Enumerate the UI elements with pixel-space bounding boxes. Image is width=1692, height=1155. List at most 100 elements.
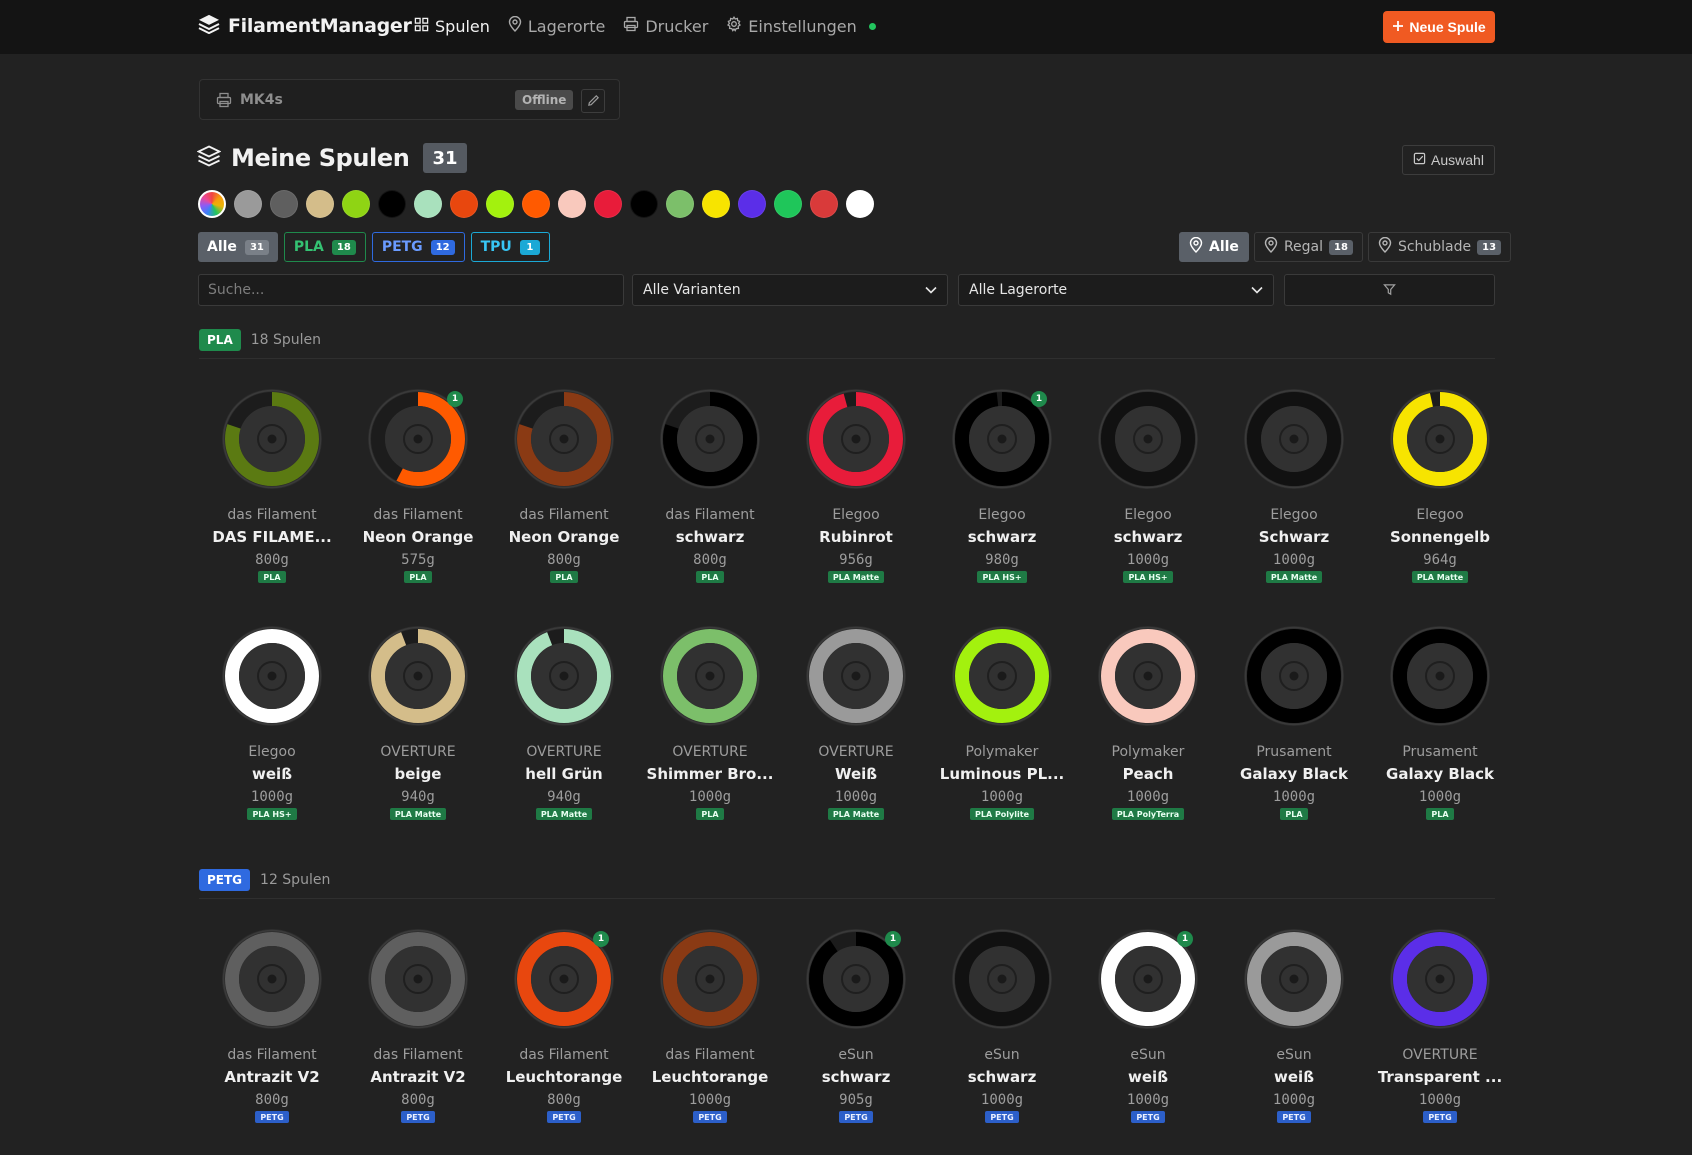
advanced-filter-button[interactable] <box>1284 274 1495 306</box>
variant-select[interactable]: Alle Varianten <box>632 274 948 306</box>
spool-weight: 940g <box>401 789 435 805</box>
printer-card[interactable]: MK4s Offline <box>199 79 620 120</box>
spool-card[interactable]: Elegoo schwarz 1000g PLA HS+ <box>1075 388 1221 586</box>
spool-card[interactable]: 1 Elegoo schwarz 980g PLA HS+ <box>929 388 1075 586</box>
nav-item-einstellungen[interactable]: Einstellungen <box>726 16 857 36</box>
color-filter-all[interactable] <box>198 190 226 218</box>
spool-material: PLA <box>199 571 345 583</box>
nav-item-label: Lagerorte <box>527 16 606 36</box>
spool-card[interactable]: Elegoo Sonnengelb 964g PLA Matte <box>1367 388 1513 586</box>
spool-weight: 800g <box>255 1092 289 1108</box>
color-swatch[interactable] <box>702 190 730 218</box>
material-chip-tpu[interactable]: TPU 1 <box>470 232 550 262</box>
spool-card[interactable]: Elegoo weiß 1000g PLA HS+ <box>199 625 345 823</box>
spool-material-tag: PLA HS+ <box>977 571 1027 583</box>
layers-icon <box>196 145 222 171</box>
spool-card[interactable]: das Filament Leuchtorange 1000g PETG <box>637 928 783 1126</box>
color-swatch[interactable] <box>306 190 334 218</box>
spool-card[interactable]: das Filament Neon Orange 800g PLA <box>491 388 637 586</box>
nav-item-label: Spulen <box>435 16 490 36</box>
color-swatch[interactable] <box>630 190 658 218</box>
spool-brand: OVERTURE <box>1402 1047 1478 1063</box>
spool-card[interactable]: Elegoo Rubinrot 956g PLA Matte <box>783 388 929 586</box>
spool-material-tag: PETG <box>985 1111 1019 1123</box>
color-swatch[interactable] <box>270 190 298 218</box>
color-swatch[interactable] <box>810 190 838 218</box>
section-divider <box>199 358 1495 359</box>
spool-card[interactable]: OVERTURE hell Grün 940g PLA Matte <box>491 625 637 823</box>
spool-material: PLA HS+ <box>929 571 1075 583</box>
location-chip-schublade[interactable]: Schublade 13 <box>1367 232 1512 262</box>
spool-card[interactable]: 1 eSun weiß 1000g PETG <box>1075 928 1221 1126</box>
search-input[interactable] <box>198 274 624 306</box>
spool-card[interactable]: 1 eSun schwarz 905g PETG <box>783 928 929 1126</box>
spool-ring-icon <box>1244 626 1344 726</box>
material-chip-all[interactable]: Alle 31 <box>198 232 278 262</box>
nav-item-lagerorte[interactable]: Lagerorte <box>508 15 606 36</box>
gear-icon <box>726 16 742 36</box>
spool-weight: 1000g <box>980 1092 1024 1108</box>
spool-card[interactable]: Polymaker Luminous PL... 1000g PLA Polylite <box>929 625 1075 823</box>
color-swatch[interactable] <box>738 190 766 218</box>
page-title: Meine Spulen <box>231 144 410 172</box>
spool-card[interactable]: das Filament schwarz 800g PLA <box>637 388 783 586</box>
spool-brand: das Filament <box>227 507 317 523</box>
color-swatch[interactable] <box>846 190 874 218</box>
nav-item-spulen[interactable]: Spulen <box>414 17 490 36</box>
color-swatch[interactable] <box>486 190 514 218</box>
material-chip-pla[interactable]: PLA 18 <box>283 232 366 262</box>
edit-printer-button[interactable] <box>581 89 605 113</box>
spool-brand: eSun <box>1276 1047 1312 1063</box>
spool-card[interactable]: eSun schwarz 1000g PETG <box>929 928 1075 1126</box>
nav-item-drucker[interactable]: Drucker <box>623 16 708 36</box>
spool-card[interactable]: das Filament DAS FILAME... 800g PLA <box>199 388 345 586</box>
spool-weight: 1000g <box>1418 789 1462 805</box>
color-swatch[interactable] <box>666 190 694 218</box>
spool-card[interactable]: 1 das Filament Neon Orange 575g PLA <box>345 388 491 586</box>
spool-ring-icon <box>660 929 760 1029</box>
spool-card[interactable]: 1 das Filament Leuchtorange 800g PETG <box>491 928 637 1126</box>
color-swatch[interactable] <box>414 190 442 218</box>
spool-card[interactable]: OVERTURE Transparent ... 1000g PETG <box>1367 928 1513 1126</box>
spool-brand: Elegoo <box>978 507 1026 523</box>
spool-card[interactable]: das Filament Antrazit V2 800g PETG <box>345 928 491 1126</box>
spool-card[interactable]: Elegoo Schwarz 1000g PLA Matte <box>1221 388 1367 586</box>
location-chip-regal[interactable]: Regal 18 <box>1253 232 1363 262</box>
spool-name: schwarz <box>967 528 1037 546</box>
color-swatch[interactable] <box>594 190 622 218</box>
material-chip-petg[interactable]: PETG 12 <box>371 232 465 262</box>
spool-card[interactable]: eSun weiß 1000g PETG <box>1221 928 1367 1126</box>
spool-material-tag: PLA Polylite <box>970 808 1034 820</box>
color-swatch[interactable] <box>522 190 550 218</box>
spool-ring-icon <box>368 626 468 726</box>
spool-material: PLA <box>1367 808 1513 820</box>
spool-name: Neon Orange <box>508 528 620 546</box>
spool-material: PETG <box>1221 1111 1367 1123</box>
spool-card[interactable]: Prusament Galaxy Black 1000g PLA <box>1367 625 1513 823</box>
nav-item-label: Einstellungen <box>748 16 857 36</box>
spool-card[interactable]: OVERTURE Shimmer Bro... 1000g PLA <box>637 625 783 823</box>
spool-card[interactable]: Prusament Galaxy Black 1000g PLA <box>1221 625 1367 823</box>
select-mode-button[interactable]: Auswahl <box>1402 145 1495 175</box>
color-swatch[interactable] <box>774 190 802 218</box>
material-chip-label: PLA <box>293 239 324 255</box>
material-chip-count: 12 <box>430 239 455 255</box>
color-swatch[interactable] <box>234 190 262 218</box>
spool-card[interactable]: OVERTURE Weiß 1000g PLA Matte <box>783 625 929 823</box>
color-swatch[interactable] <box>450 190 478 218</box>
color-swatch[interactable] <box>342 190 370 218</box>
nav-item-label: Drucker <box>645 16 709 36</box>
spool-brand: Prusament <box>1402 744 1478 760</box>
spool-material: PLA <box>491 571 637 583</box>
color-swatch[interactable] <box>378 190 406 218</box>
spool-card[interactable]: das Filament Antrazit V2 800g PETG <box>199 928 345 1126</box>
location-chip-alle[interactable]: Alle <box>1179 232 1249 262</box>
color-swatch[interactable] <box>558 190 586 218</box>
spool-card[interactable]: OVERTURE beige 940g PLA Matte <box>345 625 491 823</box>
spool-card[interactable]: Polymaker Peach 1000g PLA PolyTerra <box>1075 625 1221 823</box>
new-spool-button[interactable]: Neue Spule <box>1383 11 1495 43</box>
location-select[interactable]: Alle Lagerorte <box>958 274 1274 306</box>
spool-material-tag: PLA Matte <box>827 571 885 583</box>
map-pin-icon <box>1378 236 1392 257</box>
brand[interactable]: FilamentManager <box>198 14 412 38</box>
